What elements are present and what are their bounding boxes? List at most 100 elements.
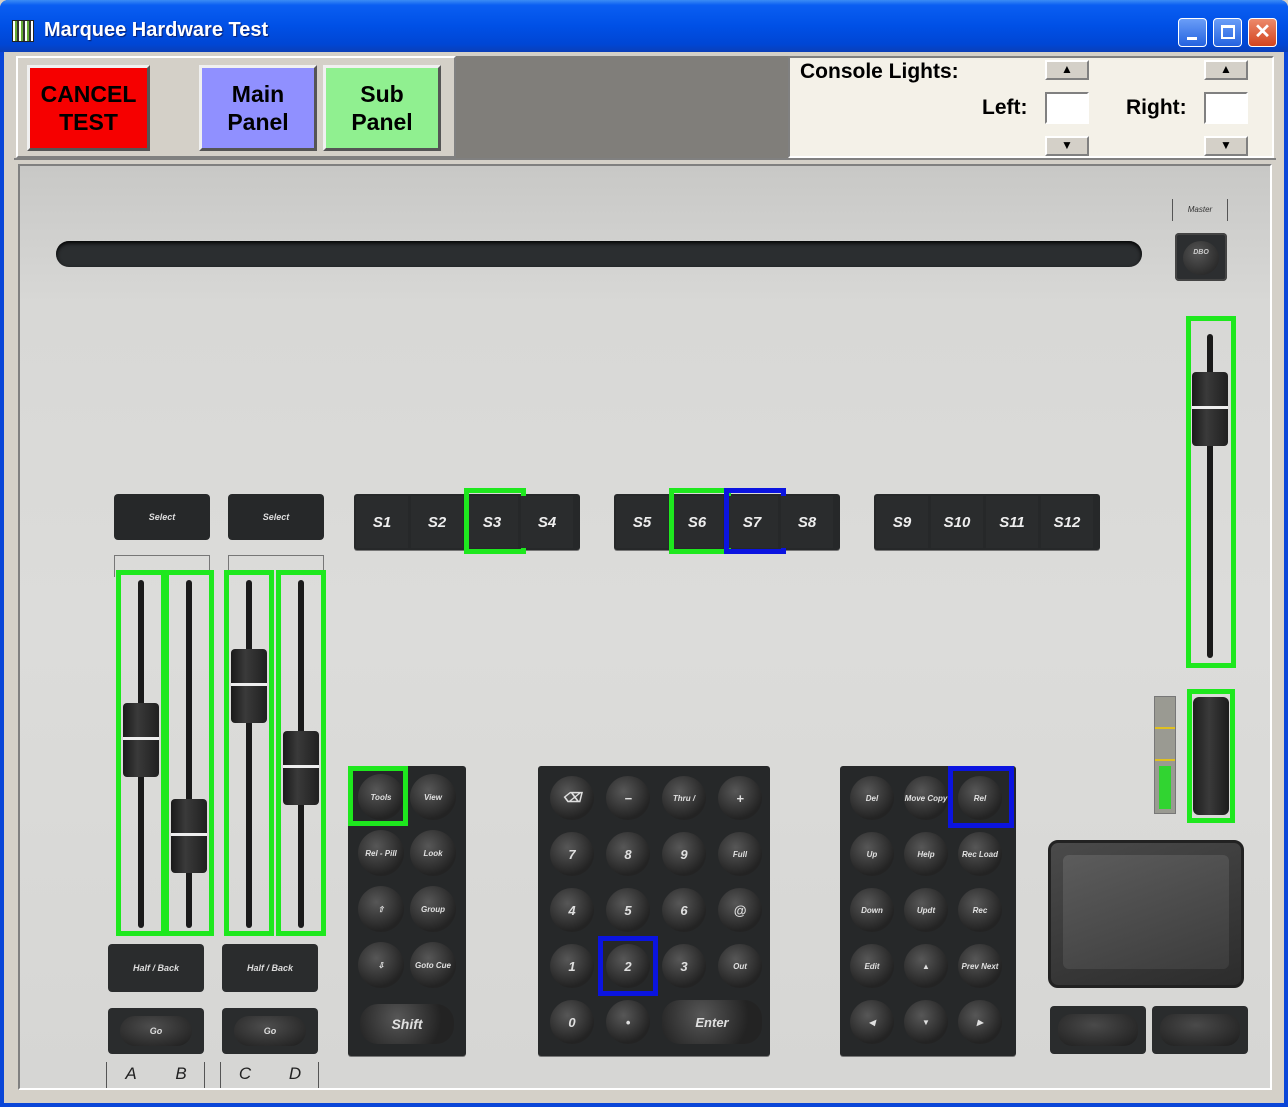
- tools-key-1[interactable]: View: [410, 774, 456, 820]
- close-button[interactable]: ✕: [1248, 18, 1277, 47]
- tools-key-2[interactable]: Rel - Pill: [358, 830, 404, 876]
- left-spin-track: [1045, 80, 1089, 136]
- numpad-key-15[interactable]: Out: [718, 944, 762, 988]
- numpad-key-12[interactable]: 1: [550, 944, 594, 988]
- go-button-ab[interactable]: Go: [108, 1008, 204, 1054]
- display-slot: [56, 241, 1142, 267]
- sub-button-s9[interactable]: S9: [876, 496, 928, 548]
- sub-panel-button[interactable]: Sub Panel: [323, 65, 441, 151]
- nav-key-11[interactable]: Prev Next: [958, 944, 1002, 988]
- sub-button-s11[interactable]: S11: [986, 496, 1038, 548]
- fader-letters-ab: A B: [106, 1060, 206, 1088]
- left-light-spinner[interactable]: ▲ ▼: [1045, 60, 1089, 156]
- nav-key-12[interactable]: ◀: [850, 1000, 894, 1044]
- right-light-label: Right:: [1126, 96, 1187, 119]
- numpad-key-2[interactable]: Thru /: [662, 776, 706, 820]
- right-light-value[interactable]: [1204, 92, 1248, 124]
- numpad-key-5[interactable]: 8: [606, 832, 650, 876]
- toolbar-separator: [14, 158, 1276, 160]
- nav-key-4[interactable]: Help: [904, 832, 948, 876]
- numpad-key-0[interactable]: 0: [550, 1000, 594, 1044]
- numpad-key-7[interactable]: Full: [718, 832, 762, 876]
- sub-button-s1[interactable]: S1: [356, 496, 408, 548]
- left-spin-up-button[interactable]: ▲: [1045, 60, 1089, 80]
- half-back-button-ab[interactable]: Half / Back: [108, 944, 204, 992]
- tools-key-5[interactable]: Group: [410, 886, 456, 932]
- level-tick: [1155, 727, 1175, 729]
- numpad-key-8[interactable]: 4: [550, 888, 594, 932]
- maximize-icon: [1221, 25, 1235, 39]
- main-panel-button[interactable]: Main Panel: [199, 65, 317, 151]
- nav-key-3[interactable]: Up: [850, 832, 894, 876]
- left-light-value[interactable]: [1045, 92, 1089, 124]
- divider: [220, 1062, 221, 1088]
- sub-button-s4[interactable]: S4: [521, 496, 573, 548]
- numpad-key-dot[interactable]: •: [606, 1000, 650, 1044]
- nav-key-5[interactable]: Rec Load: [958, 832, 1002, 876]
- numpad-key-6[interactable]: 9: [662, 832, 706, 876]
- numpad-key-11[interactable]: @: [718, 888, 762, 932]
- trackpad-right-button[interactable]: [1152, 1006, 1248, 1054]
- trackpad-left-button[interactable]: [1050, 1006, 1146, 1054]
- tools-key-6[interactable]: ⇩: [358, 942, 404, 988]
- sub-button-s10[interactable]: S10: [931, 496, 983, 548]
- sub-button-s2[interactable]: S2: [411, 496, 463, 548]
- sub-button-s5[interactable]: S5: [616, 496, 668, 548]
- nav-key-14[interactable]: ▶: [958, 1000, 1002, 1044]
- numpad-key-9[interactable]: 5: [606, 888, 650, 932]
- select-button-ab[interactable]: Select: [114, 494, 210, 540]
- fader-letter-d: D: [288, 1064, 302, 1083]
- console-image: Master DBO Select Select Shift Half / Ba…: [18, 164, 1272, 1090]
- nav-key-13[interactable]: ▼: [904, 1000, 948, 1044]
- nav-key-8[interactable]: Rec: [958, 888, 1002, 932]
- go-button-cd[interactable]: Go: [222, 1008, 318, 1054]
- numpad-enter-key[interactable]: Enter: [662, 1000, 762, 1044]
- right-spin-down-button[interactable]: ▼: [1204, 136, 1248, 156]
- minimize-button[interactable]: [1178, 18, 1207, 47]
- numpad-key-10[interactable]: 6: [662, 888, 706, 932]
- nav-key-9[interactable]: Edit: [850, 944, 894, 988]
- trackpad[interactable]: [1048, 840, 1244, 988]
- title-bar[interactable]: Marquee Hardware Test ✕: [0, 0, 1288, 52]
- fader-a-highlight: [116, 570, 166, 936]
- master-wheel-highlight: [1187, 689, 1235, 823]
- left-light-label: Left:: [982, 96, 1028, 119]
- tools-key-highlight: [348, 766, 408, 826]
- numpad-key-14[interactable]: 3: [662, 944, 706, 988]
- fader-b-highlight: [164, 570, 214, 936]
- master-dbo-cap: [1183, 241, 1219, 275]
- right-spin-up-button[interactable]: ▲: [1204, 60, 1248, 80]
- nav-key-1[interactable]: Move Copy: [904, 776, 948, 820]
- numpad-key-4[interactable]: 7: [550, 832, 594, 876]
- right-light-spinner[interactable]: ▲ ▼: [1204, 60, 1248, 156]
- sub-button-s8[interactable]: S8: [781, 496, 833, 548]
- go-label-cd: Go: [234, 1016, 306, 1046]
- maximize-button[interactable]: [1213, 18, 1242, 47]
- level-meter: [1154, 696, 1176, 814]
- tools-key-3[interactable]: Look: [410, 830, 456, 876]
- tools-key-4[interactable]: ⇧: [358, 886, 404, 932]
- numpad-key-1[interactable]: −: [606, 776, 650, 820]
- numpad-key-0[interactable]: ⌫: [550, 776, 594, 820]
- select-button-cd[interactable]: Select: [228, 494, 324, 540]
- numpad-key-3[interactable]: +: [718, 776, 762, 820]
- nav-key-10[interactable]: ▲: [904, 944, 948, 988]
- nav-key-0[interactable]: Del: [850, 776, 894, 820]
- mode-button-group: CANCEL TEST Main Panel Sub Panel: [16, 56, 456, 158]
- shift-key[interactable]: Shift: [360, 1004, 454, 1044]
- level-tick: [1155, 759, 1175, 761]
- left-spin-down-button[interactable]: ▼: [1045, 136, 1089, 156]
- level-fill: [1159, 765, 1171, 809]
- half-back-button-cd[interactable]: Half / Back: [222, 944, 318, 992]
- nav-key-6[interactable]: Down: [850, 888, 894, 932]
- master-label: Master: [1172, 199, 1228, 221]
- master-dbo-button[interactable]: DBO: [1175, 233, 1227, 281]
- cancel-test-button[interactable]: CANCEL TEST: [27, 65, 150, 151]
- right-spin-track: [1204, 80, 1248, 136]
- console-lights-panel: Console Lights: Left: Right: ▲ ▼ ▲ ▼: [788, 56, 1274, 158]
- nav-key-7[interactable]: Updt: [904, 888, 948, 932]
- tools-key-7[interactable]: Goto Cue: [410, 942, 456, 988]
- divider: [318, 1062, 319, 1088]
- close-icon: ✕: [1254, 21, 1271, 43]
- sub-button-s12[interactable]: S12: [1041, 496, 1093, 548]
